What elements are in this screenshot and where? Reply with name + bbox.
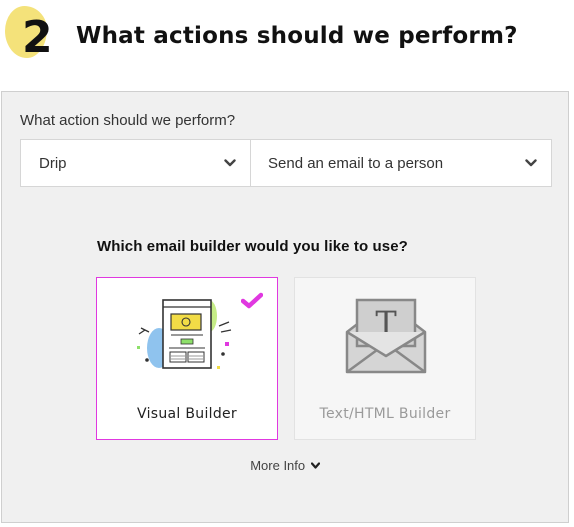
step-number: 2 xyxy=(22,12,53,63)
visual-builder-option[interactable]: Visual Builder xyxy=(96,277,278,440)
action-select-row: Drip Send an email to a person xyxy=(20,139,552,187)
more-info-label: More Info xyxy=(250,458,306,473)
app-select-value: Drip xyxy=(39,154,67,172)
envelope-letter-t-icon: T xyxy=(345,298,427,374)
checkmark-icon xyxy=(241,292,263,309)
caret-down-icon xyxy=(310,462,320,469)
chevron-down-icon xyxy=(224,159,236,167)
app-select[interactable]: Drip xyxy=(21,140,251,186)
visual-builder-label: Visual Builder xyxy=(137,406,237,422)
visual-builder-illustration xyxy=(137,299,232,369)
chevron-down-icon xyxy=(525,159,537,167)
step-header: 2 What actions should we perform? xyxy=(0,0,574,84)
action-select-value: Send an email to a person xyxy=(268,154,444,172)
step-number-badge: 2 xyxy=(5,4,53,63)
more-info-link[interactable]: More Info xyxy=(2,458,568,473)
action-label: What action should we perform? xyxy=(20,112,236,129)
text-html-builder-label: Text/HTML Builder xyxy=(319,406,451,422)
step-title: What actions should we perform? xyxy=(76,23,518,49)
text-html-builder-option[interactable]: T Text/HTML Builder xyxy=(294,277,476,440)
builder-question: Which email builder would you like to us… xyxy=(97,238,408,255)
action-select[interactable]: Send an email to a person xyxy=(251,140,551,186)
action-panel: What action should we perform? Drip Send… xyxy=(1,91,569,523)
